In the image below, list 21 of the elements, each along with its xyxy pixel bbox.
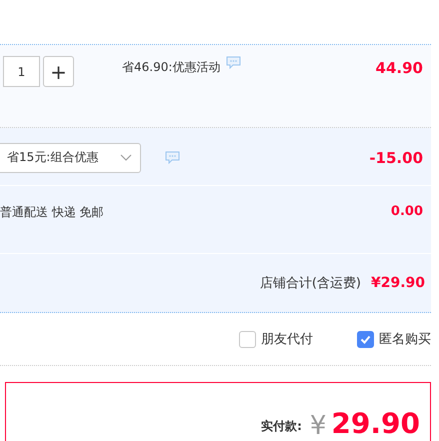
check-icon <box>360 334 371 344</box>
discount-amount: -15.00 <box>369 148 423 166</box>
checkbox[interactable] <box>357 330 374 348</box>
discount-dropdown[interactable]: 省15元:组合优惠 <box>0 142 141 172</box>
checkbox-label: 朋友代付 <box>261 331 313 348</box>
payment-amount: 29.90 <box>331 407 420 441</box>
checkbox[interactable] <box>239 330 256 348</box>
quantity-field[interactable]: 1 <box>3 56 40 87</box>
total-amount: ¥29.90 <box>370 275 425 291</box>
currency-symbol: ¥ <box>310 411 326 441</box>
payment-label: 实付款: <box>261 418 302 435</box>
item-price: 44.90 <box>376 59 423 77</box>
shipping-method: 普通配送 快递 免邮 <box>0 204 104 221</box>
total-label: 店铺合计(含运费) <box>260 275 361 292</box>
caret-icon <box>120 154 132 162</box>
increase-button[interactable]: + <box>43 56 74 87</box>
shipping-fee: 0.00 <box>390 204 423 219</box>
comment-icon[interactable] <box>226 56 242 69</box>
discount-text: 省46.90:优惠活动 <box>122 59 220 76</box>
comment-icon[interactable] <box>165 151 180 164</box>
checkbox-label: 匿名购买 <box>379 331 431 348</box>
